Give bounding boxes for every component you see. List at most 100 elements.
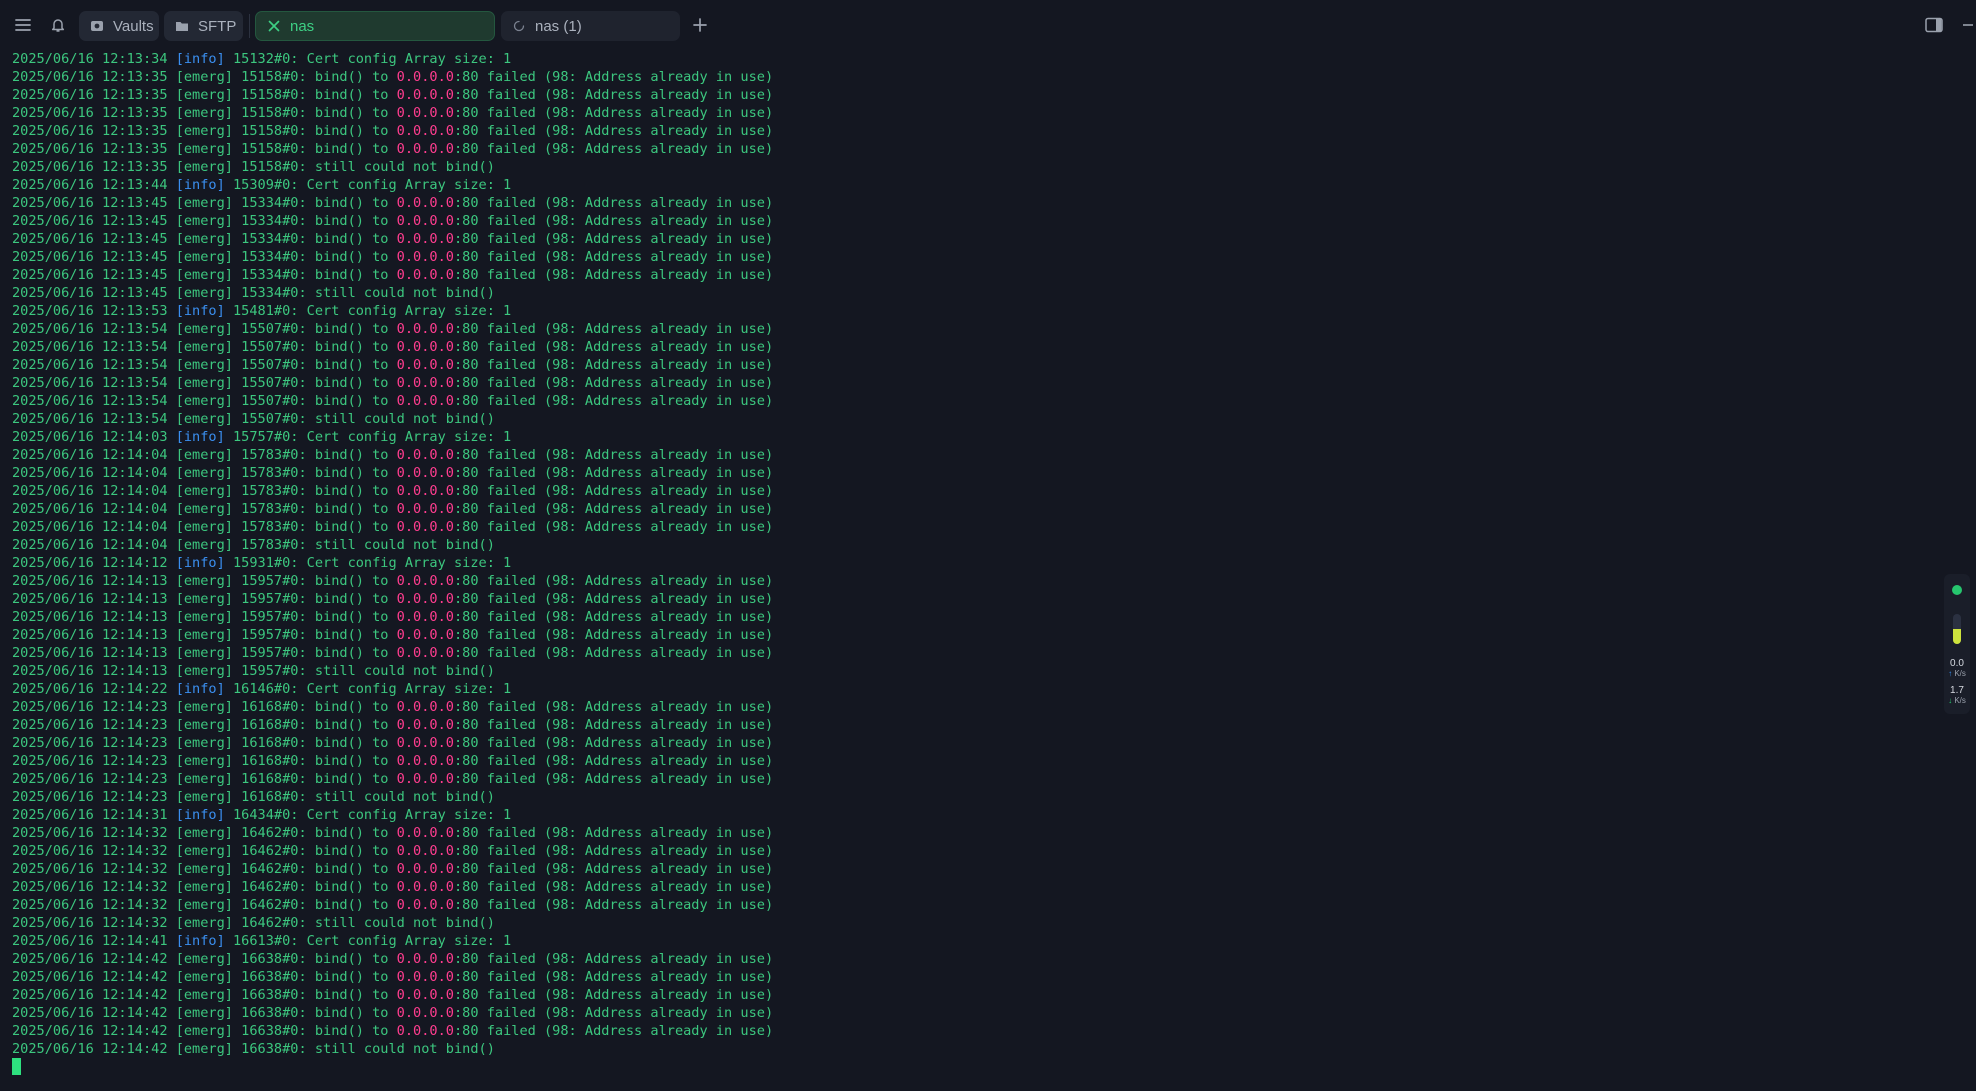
log-pid: 15957 (232, 573, 283, 589)
log-message: #0: bind() to (282, 357, 397, 373)
log-message: #0: bind() to (282, 591, 397, 607)
log-timestamp: 2025/06/16 12:14:04 (12, 483, 176, 499)
log-message: #0: Cert config Array size: 1 (273, 555, 512, 571)
terminal-line: 2025/06/16 12:14:23 [emerg] 16168#0: bin… (12, 734, 1932, 752)
log-timestamp: 2025/06/16 12:13:45 (12, 231, 176, 247)
upload-arrow-icon: ↑ (1948, 669, 1953, 678)
log-level: [emerg] (175, 375, 233, 391)
log-message: :80 failed (98: Address already in use) (453, 519, 774, 535)
log-pid: 16462 (232, 915, 283, 931)
log-level: [emerg] (175, 285, 233, 301)
log-message: :80 failed (98: Address already in use) (453, 753, 774, 769)
log-pid: 15132 (224, 51, 274, 67)
log-level: [emerg] (175, 195, 233, 211)
log-address: 0.0.0.0 (396, 123, 454, 139)
log-pid: 16434 (224, 807, 274, 823)
log-message: #0: bind() to (282, 339, 397, 355)
log-message: :80 failed (98: Address already in use) (453, 843, 774, 859)
log-message: #0: bind() to (282, 825, 397, 841)
log-address: 0.0.0.0 (396, 1005, 454, 1021)
vault-icon (89, 18, 105, 34)
upload-speed-value: 0.0 (1950, 658, 1964, 669)
log-level: [info] (175, 807, 225, 823)
terminal-line: 2025/06/16 12:14:32 [emerg] 16462#0: bin… (12, 878, 1932, 896)
log-timestamp: 2025/06/16 12:14:23 (12, 771, 176, 787)
log-message: :80 failed (98: Address already in use) (453, 105, 774, 121)
menu-icon[interactable] (10, 12, 36, 38)
log-level: [emerg] (175, 123, 233, 139)
plus-icon[interactable] (687, 12, 713, 38)
log-timestamp: 2025/06/16 12:14:12 (12, 555, 176, 571)
log-level: [emerg] (175, 861, 233, 877)
log-level: [emerg] (175, 915, 233, 931)
log-message: #0: Cert config Array size: 1 (273, 177, 512, 193)
terminal-line: 2025/06/16 12:14:13 [emerg] 15957#0: bin… (12, 626, 1932, 644)
log-level: [emerg] (175, 231, 233, 247)
log-message: :80 failed (98: Address already in use) (453, 483, 774, 499)
log-pid: 15957 (232, 627, 283, 643)
tab-sftp[interactable]: SFTP (164, 11, 243, 41)
log-address: 0.0.0.0 (396, 375, 454, 391)
log-message: :80 failed (98: Address already in use) (453, 825, 774, 841)
log-pid: 15957 (232, 609, 283, 625)
log-timestamp: 2025/06/16 12:13:54 (12, 375, 176, 391)
log-message: :80 failed (98: Address already in use) (453, 393, 774, 409)
log-message: #0: still could not bind() (282, 159, 495, 175)
tab-nas[interactable]: nas (255, 11, 495, 41)
log-pid: 16462 (232, 843, 283, 859)
log-level: [emerg] (175, 897, 233, 913)
log-timestamp: 2025/06/16 12:14:41 (12, 933, 176, 949)
terminal-prompt-line[interactable] (12, 1058, 1932, 1076)
log-message: :80 failed (98: Address already in use) (453, 573, 774, 589)
terminal-line: 2025/06/16 12:13:44 [info] 15309#0: Cert… (12, 176, 1932, 194)
log-message: #0: still could not bind() (282, 915, 495, 931)
log-pid: 15334 (232, 213, 283, 229)
log-message: #0: bind() to (282, 123, 397, 139)
log-message: :80 failed (98: Address already in use) (453, 249, 774, 265)
log-message: :80 failed (98: Address already in use) (453, 861, 774, 877)
bell-icon[interactable] (45, 12, 71, 38)
terminal-line: 2025/06/16 12:14:04 [emerg] 15783#0: bin… (12, 446, 1932, 464)
log-message: #0: bind() to (282, 141, 397, 157)
log-message: :80 failed (98: Address already in use) (453, 123, 774, 139)
close-icon[interactable] (266, 18, 282, 34)
log-message: #0: bind() to (282, 1023, 397, 1039)
log-message: :80 failed (98: Address already in use) (453, 195, 774, 211)
log-pid: 16638 (232, 969, 283, 985)
log-timestamp: 2025/06/16 12:13:44 (12, 177, 176, 193)
terminal-line: 2025/06/16 12:13:53 [info] 15481#0: Cert… (12, 302, 1932, 320)
log-timestamp: 2025/06/16 12:14:13 (12, 609, 176, 625)
log-pid: 16462 (232, 825, 283, 841)
load-gauge (1953, 614, 1961, 644)
log-timestamp: 2025/06/16 12:13:54 (12, 393, 176, 409)
log-level: [emerg] (175, 321, 233, 337)
log-pid: 15334 (232, 285, 283, 301)
sidebar-toggle-icon[interactable] (1921, 12, 1947, 38)
terminal-line: 2025/06/16 12:14:13 [emerg] 15957#0: bin… (12, 572, 1932, 590)
tab-nas-1[interactable]: nas (1) (501, 11, 680, 41)
terminal-line: 2025/06/16 12:13:34 [info] 15132#0: Cert… (12, 50, 1932, 68)
log-timestamp: 2025/06/16 12:13:45 (12, 285, 176, 301)
log-level: [emerg] (175, 141, 233, 157)
log-pid: 16638 (232, 1023, 283, 1039)
log-message: #0: Cert config Array size: 1 (273, 303, 512, 319)
log-address: 0.0.0.0 (396, 969, 454, 985)
log-level: [emerg] (175, 87, 233, 103)
log-level: [emerg] (175, 339, 233, 355)
log-address: 0.0.0.0 (396, 465, 454, 481)
log-timestamp: 2025/06/16 12:13:45 (12, 213, 176, 229)
log-timestamp: 2025/06/16 12:14:23 (12, 789, 176, 805)
log-message: :80 failed (98: Address already in use) (453, 465, 774, 481)
minimize-icon[interactable] (1958, 12, 1976, 38)
log-timestamp: 2025/06/16 12:13:45 (12, 195, 176, 211)
log-timestamp: 2025/06/16 12:14:13 (12, 591, 176, 607)
terminal-output[interactable]: 2025/06/16 12:13:34 [info] 15132#0: Cert… (12, 50, 1932, 1080)
log-message: :80 failed (98: Address already in use) (453, 1005, 774, 1021)
log-message: #0: bind() to (282, 879, 397, 895)
log-level: [emerg] (175, 879, 233, 895)
log-address: 0.0.0.0 (396, 735, 454, 751)
log-level: [emerg] (175, 213, 233, 229)
log-message: #0: bind() to (282, 231, 397, 247)
tab-vaults[interactable]: Vaults (79, 11, 159, 41)
terminal-line: 2025/06/16 12:14:04 [emerg] 15783#0: bin… (12, 464, 1932, 482)
